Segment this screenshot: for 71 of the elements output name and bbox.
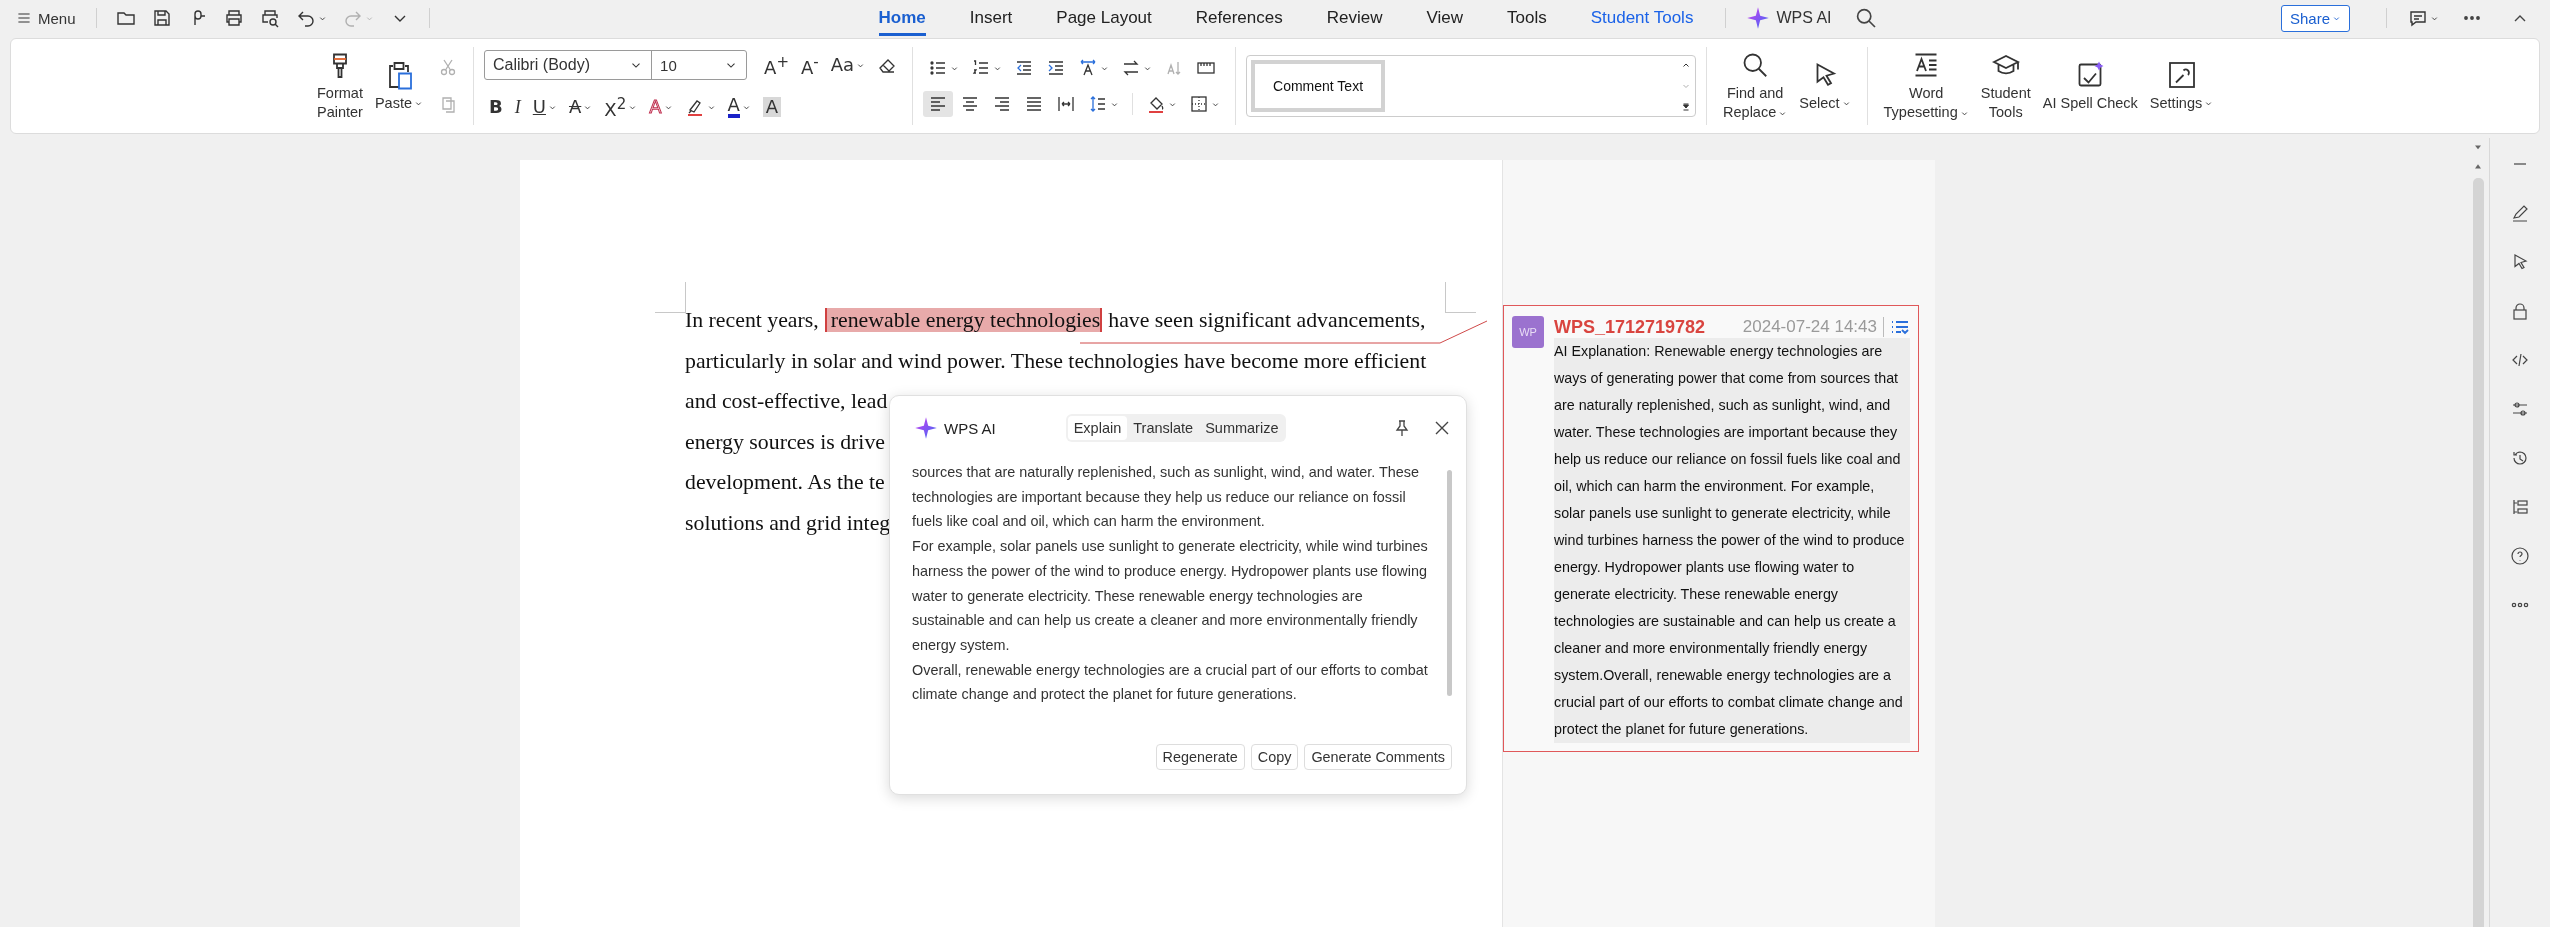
crop-mark xyxy=(655,282,686,313)
sliders-icon[interactable] xyxy=(2510,399,2530,419)
panel-title: WPS AI xyxy=(944,419,996,437)
explanation-text: Overall, renewable energy technologies are a crucial part of our efforts to combat climate change and protect the planet for future generations. xyxy=(912,660,1429,705)
help-icon[interactable] xyxy=(2510,546,2530,566)
italic-button[interactable]: I xyxy=(509,94,526,120)
ribbon-tab[interactable]: References xyxy=(1175,2,1303,34)
pen-icon[interactable] xyxy=(2510,203,2530,223)
word-typesetting-button[interactable]: Word Typesetting xyxy=(1877,46,1975,126)
wps-ai-button[interactable]: WPS AI xyxy=(1738,2,1840,34)
select-button[interactable]: Select xyxy=(1793,55,1857,117)
underline-button[interactable]: U xyxy=(527,94,562,120)
comment-time: 2024-07-24 14:43 xyxy=(1742,317,1877,337)
history-icon[interactable] xyxy=(2510,448,2530,468)
menu-icon xyxy=(16,10,32,26)
explanation-text: For example, solar panels use sunlight to generate electricity, while wind turbines harness the power of the wind to produce energy. Hydropower plants use flowing water to generate electricity. These renewable energy technologies are sustainable and can help us create a cleaner and more environmentally friendly energy system. xyxy=(912,537,1429,655)
ribbon-tab[interactable]: Review xyxy=(1306,2,1403,34)
superscript-button[interactable]: X$^{2}$ xyxy=(599,91,643,123)
distributed-icon xyxy=(1056,94,1077,114)
font-color-button[interactable]: A xyxy=(722,93,756,121)
explanation-text: sources that are naturally replenished, such as sunlight, wind, and water. These technologies are important because they help us reduce our reliance on fossil fuels like coal and oil, which can harm the environment. xyxy=(912,463,1420,532)
menu-button[interactable]: Menu xyxy=(10,5,82,31)
border-grid-icon xyxy=(1189,94,1210,114)
mode-tab[interactable]: Explain xyxy=(1067,416,1128,440)
action-button[interactable]: Generate Comments xyxy=(1304,744,1452,770)
format-painter-button[interactable]: Format Painter xyxy=(311,46,369,126)
settings-button[interactable]: Settings xyxy=(2143,55,2220,117)
avatar: WP xyxy=(1512,316,1544,348)
student-tools-button[interactable]: Student Tools xyxy=(1974,46,2037,126)
mode-tab[interactable]: Summarize xyxy=(1199,416,1285,440)
outline-icon[interactable] xyxy=(2510,497,2530,517)
align-left-button[interactable] xyxy=(923,91,954,117)
body-text: development. As the te xyxy=(685,470,885,494)
scrollbar-thumb[interactable] xyxy=(2472,178,2484,927)
wrench-icon xyxy=(2166,59,2197,90)
ribbon-tab[interactable]: Page Layout xyxy=(1036,2,1172,34)
comment-author: WPS_1712719782 xyxy=(1554,316,1706,338)
crop-mark xyxy=(1445,282,1476,313)
print-preview-icon xyxy=(259,8,280,28)
bold-button[interactable]: B xyxy=(484,94,508,120)
printer-icon xyxy=(223,8,244,28)
highlighted-text: renewable energy technologies xyxy=(824,308,1103,332)
grow-font-button[interactable]: A$^{+}$ xyxy=(759,49,794,81)
expand-gallery-icon[interactable] xyxy=(1681,102,1692,112)
ai-spell-check-button[interactable]: AI Spell Check xyxy=(2036,55,2144,117)
ribbon-tab[interactable]: Home xyxy=(858,2,946,34)
comment-text: AI Explanation: Renewable energy technologies are ways of generating power that come from sources that are naturally replenished, such as sunlight, wind, and water. These technologies are important because they help us reduce our reliance on fossil fuels like coal and oil, which can harm the environment. For example, solar panels use sunlight to generate electricity, while wind turbines harness the power of the wind to produce energy. Hydropower plants use flowing water to generate electricity. These renewable energy technologies are sustainable and can help us create a cleaner and more environmentally friendly energy system.Overall, renewable energy technologies are a crucial part of our efforts to combat climate change and protect the planet for future generations. xyxy=(1554,338,1910,743)
change-case-button[interactable]: Aa xyxy=(825,52,871,78)
ribbon-tab[interactable]: Student Tools xyxy=(1570,2,1714,34)
body-text: solutions and grid integ xyxy=(685,510,891,535)
sparkle-icon xyxy=(914,416,938,440)
body-text: In recent years, xyxy=(685,308,819,332)
ribbon-tab[interactable]: View xyxy=(1406,2,1483,34)
body-text: particularly in solar and wind power. These technologies have become more efficient xyxy=(685,348,1427,373)
lock-icon[interactable] xyxy=(2510,301,2530,321)
scrollbar-thumb[interactable] xyxy=(1447,470,1452,696)
body-text: have seen significant advancements, xyxy=(1108,308,1426,332)
find-replace-button[interactable]: Find and Replace xyxy=(1717,46,1794,126)
shrink-font-button[interactable]: A$^{-}$ xyxy=(795,49,824,81)
body-text: energy sources is drive xyxy=(685,429,885,454)
paste-button[interactable]: Paste xyxy=(368,55,430,117)
ribbon-tab[interactable]: Insert xyxy=(949,2,1033,34)
strikethrough-button[interactable]: A xyxy=(563,94,598,120)
share-button[interactable]: Share xyxy=(2280,4,2350,32)
style-option[interactable]: Comment Text xyxy=(1251,60,1386,112)
mode-tab[interactable]: Translate xyxy=(1127,416,1200,440)
action-button[interactable]: Regenerate xyxy=(1155,744,1245,770)
speech-bubble-icon xyxy=(2408,8,2428,28)
action-button[interactable]: Copy xyxy=(1250,744,1299,770)
ribbon-tab[interactable]: Tools xyxy=(1487,2,1567,34)
body-text: and cost-effective, lead xyxy=(685,389,888,413)
